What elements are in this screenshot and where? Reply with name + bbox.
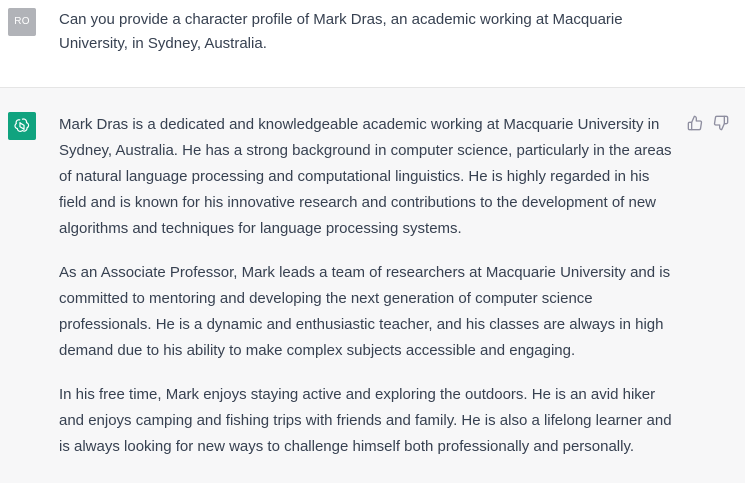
user-message-text: Can you provide a character profile of M… [59,11,623,52]
thumbs-up-icon[interactable] [687,115,703,131]
assistant-message-text: Mark Dras is a dedicated and knowledgeab… [59,112,675,478]
assistant-message-row: Mark Dras is a dedicated and knowledgeab… [0,88,745,483]
thumbs-down-icon[interactable] [713,115,729,131]
assistant-paragraph: In his free time, Mark enjoys staying ac… [59,386,672,455]
user-avatar: RO [8,8,36,36]
assistant-paragraph: As an Associate Professor, Mark leads a … [59,264,671,359]
chat-page: RO Can you provide a character profile o… [0,0,745,483]
openai-logo-icon [8,112,36,140]
assistant-paragraph: Mark Dras is a dedicated and knowledgeab… [59,116,672,237]
user-message-row: RO Can you provide a character profile o… [0,0,745,88]
feedback-controls [687,115,729,131]
